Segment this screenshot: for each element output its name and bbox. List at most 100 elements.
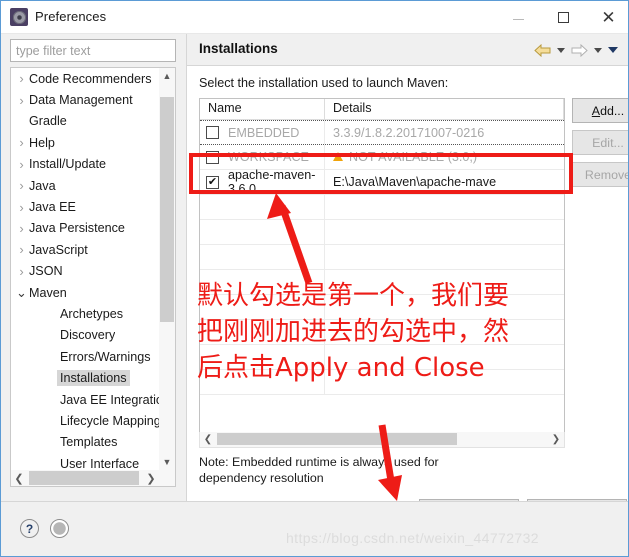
sidebar-item-archetypes[interactable]: ›Archetypes [11, 303, 175, 324]
table-hscroll-thumb[interactable] [217, 433, 457, 445]
add-button-label-rest: dd... [600, 103, 625, 118]
tree-items-container: ›Code Recommenders›Data Management›Gradl… [11, 68, 175, 486]
chevron-down-icon[interactable]: ⌄ [14, 286, 29, 299]
scroll-right-icon[interactable]: ❯ [143, 470, 159, 486]
tree-horizontal-scrollbar[interactable]: ❮ ❯ [11, 470, 159, 486]
dialog-footer: ? Apply and Close Cancel [1, 501, 628, 556]
sidebar-item-install-update[interactable]: › Install/Update [11, 154, 175, 175]
scroll-down-icon[interactable]: ▼ [159, 454, 175, 470]
sidebar-item-gradle[interactable]: ›Gradle [11, 111, 175, 132]
remove-button[interactable]: Remove [572, 162, 628, 187]
chevron-right-icon[interactable]: › [14, 200, 29, 215]
sidebar-item-data-management[interactable]: › Data Management [11, 89, 175, 110]
row-checkbox[interactable] [206, 126, 219, 139]
table-cell-name: WORKSPACE [200, 145, 325, 169]
restore-window-icon[interactable] [50, 519, 69, 538]
close-button[interactable]: ✕ [586, 1, 628, 33]
table-row[interactable]: WORKSPACE NOT AVAILABLE (3.0,) [200, 145, 564, 170]
sidebar-item-help[interactable]: › Help [11, 132, 175, 153]
installation-name: WORKSPACE [228, 150, 309, 164]
installation-details: E:\Java\Maven\apache-mave [333, 175, 497, 189]
table-cell-name: EMBEDDED [200, 121, 325, 144]
table-header-row: Name Details [200, 99, 564, 120]
preferences-tree[interactable]: ›Code Recommenders›Data Management›Gradl… [10, 67, 176, 487]
overflow-chevron-down-icon[interactable] [605, 40, 620, 60]
table-cell-details: E:\Java\Maven\apache-mave [325, 170, 564, 194]
column-header-name[interactable]: Name [200, 99, 325, 119]
installation-name: EMBEDDED [228, 125, 300, 140]
sidebar-item-maven[interactable]: ⌄ Maven [11, 282, 175, 303]
scroll-up-icon[interactable]: ▲ [159, 68, 175, 84]
chevron-right-icon[interactable]: › [14, 242, 29, 257]
scrollbar-corner [159, 470, 175, 486]
table-body: EMBEDDED 3.3.9/1.8.2.20171007-0216 WORKSPA… [200, 120, 564, 395]
table-row[interactable]: ✔ apache-maven-3.6.0 E:\Java\Maven\apache-… [200, 168, 564, 196]
sidebar-item-label: Archetypes [60, 306, 123, 321]
sidebar-item-label: Java Persistence [29, 221, 125, 236]
table-empty-row [200, 270, 564, 295]
sidebar-item-discovery[interactable]: ›Discovery [11, 325, 175, 346]
sidebar-item-java-ee[interactable]: › Java EE [11, 196, 175, 217]
table-scroll-right-icon[interactable]: ❯ [548, 432, 564, 446]
chevron-right-icon[interactable]: › [14, 221, 29, 236]
sidebar-item-code-recommenders[interactable]: › Code Recommenders [11, 68, 175, 89]
table-cell-details: NOT AVAILABLE (3.0,) [325, 145, 564, 169]
navigation-toolbar [531, 40, 620, 60]
sidebar-item-label: Java EE Integration [60, 392, 170, 407]
maximize-button[interactable] [541, 1, 586, 33]
installation-details: 3.3.9/1.8.2.20171007-0216 [333, 125, 485, 140]
table-empty-row [200, 245, 564, 270]
sidebar-item-java-ee-integration[interactable]: ›Java EE Integration [11, 389, 175, 410]
question-mark-icon[interactable]: ? [20, 519, 39, 538]
table-cell-name: ✔ apache-maven-3.6.0 [200, 168, 325, 196]
sidebar-item-label: Code Recommenders [29, 71, 152, 86]
table-empty-row [200, 370, 564, 395]
installations-table[interactable]: Name Details EMBEDDED 3.3.9/1.8.2.20171007… [199, 98, 565, 448]
column-header-details[interactable]: Details [325, 99, 564, 119]
chevron-right-icon[interactable]: › [14, 71, 29, 86]
sidebar-item-templates[interactable]: ›Templates [11, 432, 175, 453]
table-row[interactable]: EMBEDDED 3.3.9/1.8.2.20171007-0216 [200, 120, 564, 145]
back-arrow-icon[interactable] [531, 40, 553, 60]
title-bar: Preferences ✕ [1, 1, 628, 34]
tree-vertical-scrollbar[interactable]: ▲ ▼ [159, 68, 175, 470]
sidebar-item-label: Install/Update [29, 157, 107, 172]
chevron-right-icon[interactable]: › [14, 157, 29, 172]
tree-hscroll-thumb[interactable] [29, 471, 139, 485]
scroll-left-icon[interactable]: ❮ [11, 470, 27, 486]
sidebar-item-installations[interactable]: ›Installations [11, 367, 175, 388]
sidebar-item-label: Discovery [60, 328, 116, 343]
filter-input[interactable]: type filter text [10, 39, 176, 62]
table-horizontal-scrollbar[interactable]: ❮ ❯ [199, 432, 565, 448]
add-button[interactable]: Add... [572, 98, 628, 123]
chevron-right-icon[interactable]: › [14, 178, 29, 193]
chevron-right-icon[interactable]: › [14, 93, 29, 108]
sidebar-item-java[interactable]: › Java [11, 175, 175, 196]
chevron-right-icon[interactable]: › [14, 264, 29, 279]
add-mnemonic: A [591, 103, 601, 118]
forward-arrow-icon[interactable] [568, 40, 590, 60]
sidebar-item-label: Installations [57, 370, 130, 387]
tree-vscroll-thumb[interactable] [160, 97, 174, 322]
sidebar-item-java-persistence[interactable]: › Java Persistence [11, 218, 175, 239]
table-empty-row [200, 220, 564, 245]
row-checkbox[interactable] [206, 150, 219, 164]
sidebar-item-json[interactable]: › JSON [11, 261, 175, 282]
sidebar-item-label: Templates [60, 435, 118, 450]
sidebar-item-label: JavaScript [29, 242, 88, 257]
sidebar-item-label: Java EE [29, 200, 76, 215]
table-scroll-left-icon[interactable]: ❮ [200, 432, 216, 446]
back-history-chevron-down-icon[interactable] [553, 40, 568, 60]
sidebar-item-javascript[interactable]: › JavaScript [11, 239, 175, 260]
sidebar-item-label: JSON [29, 264, 63, 279]
chevron-right-icon[interactable]: › [14, 135, 29, 150]
page-title: Installations [199, 41, 278, 56]
sidebar-item-errors-warnings[interactable]: ›Errors/Warnings [11, 346, 175, 367]
edit-button[interactable]: Edit... [572, 130, 628, 155]
row-checkbox[interactable]: ✔ [206, 175, 219, 189]
table-empty-row [200, 195, 564, 220]
forward-history-chevron-down-icon[interactable] [590, 40, 605, 60]
sidebar-item-lifecycle-mapping[interactable]: ›Lifecycle Mapping [11, 410, 175, 431]
minimize-button[interactable] [496, 1, 541, 33]
sidebar-item-label: Data Management [29, 93, 133, 108]
